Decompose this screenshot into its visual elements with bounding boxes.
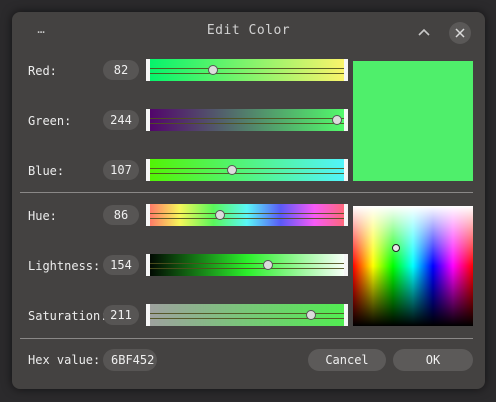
green-slider-handle[interactable] [331, 115, 342, 125]
blue-slider[interactable] [146, 159, 348, 181]
lightness-spinbox[interactable]: 154 [103, 255, 139, 275]
ok-button[interactable]: OK [393, 349, 473, 371]
hue-spinbox[interactable]: 86 [103, 205, 139, 225]
saturation-label: Saturation: [28, 309, 108, 323]
hue-label: Hue: [28, 209, 57, 223]
lightness-label: Lightness: [28, 259, 101, 273]
color-preview-swatch [353, 61, 473, 181]
cancel-button[interactable]: Cancel [308, 349, 386, 371]
red-label: Red: [28, 64, 57, 78]
hue-slider[interactable] [146, 204, 348, 226]
separator [20, 338, 473, 339]
edit-color-dialog: ⋯ Edit Color Red: 82 Green: 244 Blue: 10… [12, 12, 485, 389]
saturation-spinbox[interactable]: 211 [103, 305, 139, 325]
hex-value-input[interactable]: 6BF452 [103, 349, 157, 371]
blue-spinbox[interactable]: 107 [103, 160, 139, 180]
close-icon[interactable] [449, 22, 471, 44]
green-spinbox[interactable]: 244 [103, 110, 139, 130]
red-slider[interactable] [146, 59, 348, 81]
red-spinbox[interactable]: 82 [103, 60, 139, 80]
lightness-slider[interactable] [146, 254, 348, 276]
hex-value-label: Hex value: [28, 353, 101, 367]
hue-lightness-picker[interactable] [353, 206, 473, 326]
green-slider[interactable] [146, 109, 348, 131]
title-bar: ⋯ Edit Color [12, 12, 485, 52]
saturation-slider[interactable] [146, 304, 348, 326]
green-label: Green: [28, 114, 72, 128]
picker-cursor[interactable] [391, 244, 400, 252]
chevron-up-icon[interactable] [413, 22, 435, 44]
blue-label: Blue: [28, 164, 65, 178]
separator [20, 192, 473, 193]
